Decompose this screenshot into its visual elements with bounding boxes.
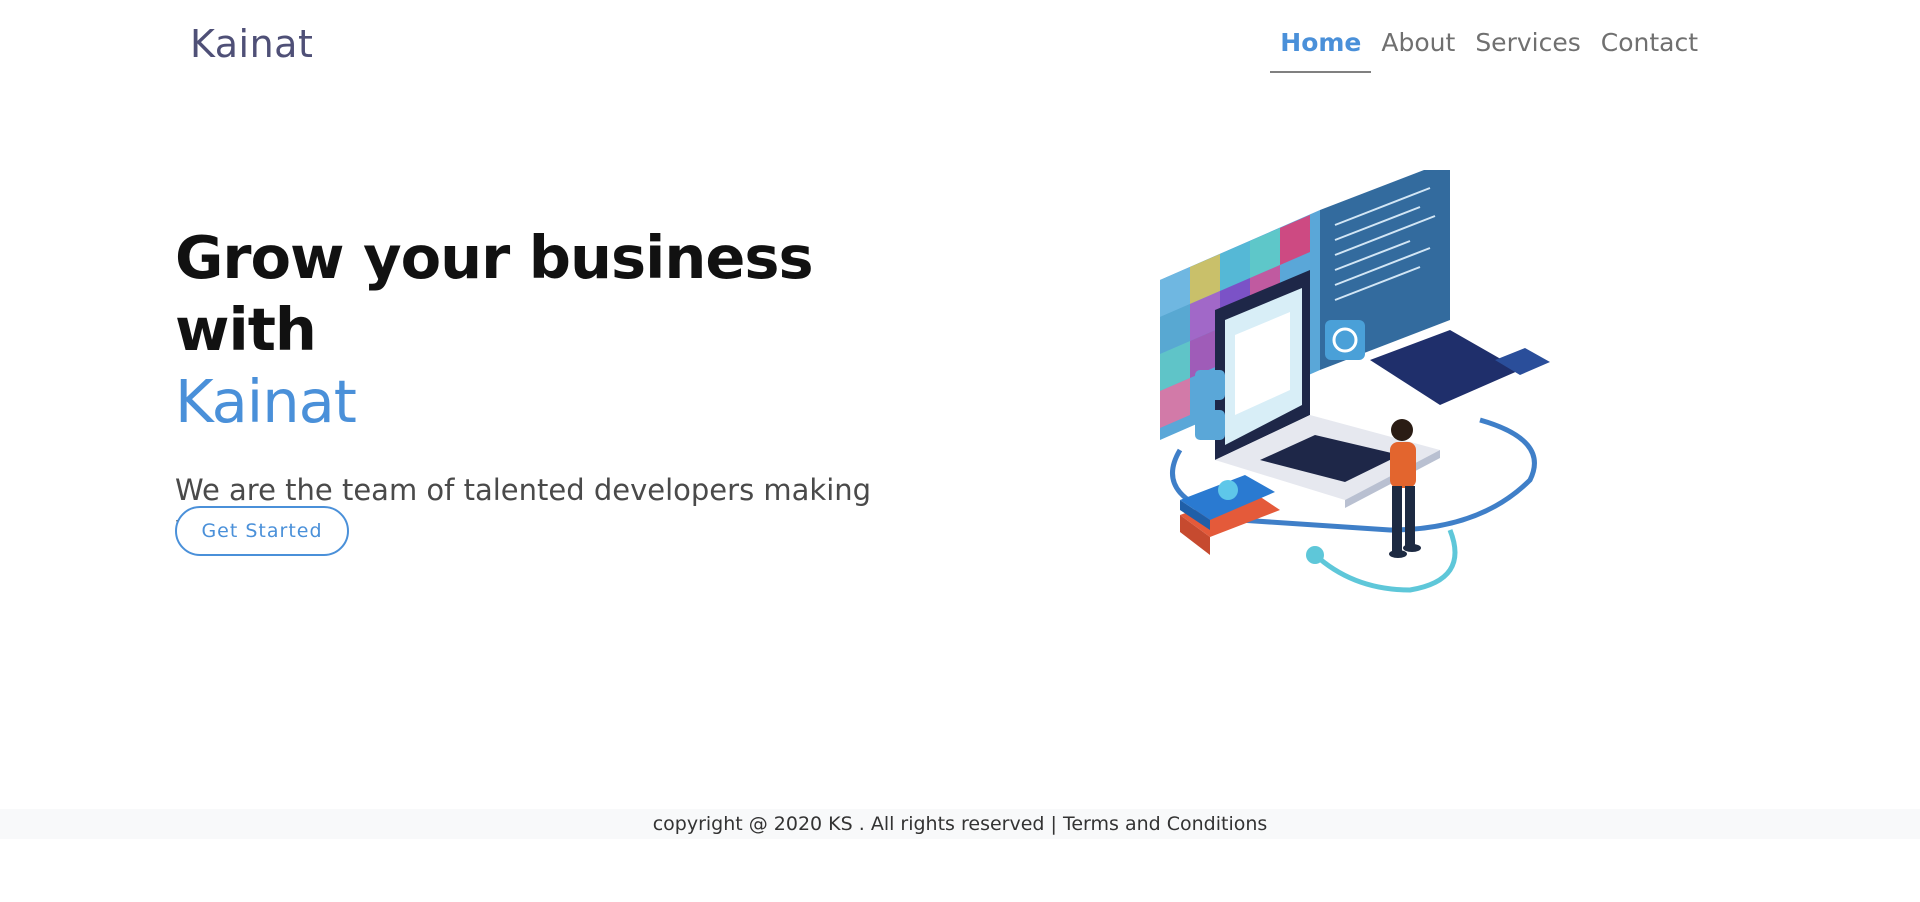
hero-section: Grow your business with Kainat We are th… [175, 222, 935, 544]
nav-about[interactable]: About [1371, 28, 1465, 73]
get-started-button[interactable]: Get Started [175, 506, 349, 556]
developer-laptop-illustration [1160, 170, 1550, 593]
main-nav: Home About Services Contact [1270, 28, 1708, 73]
terms-link[interactable]: Terms and Conditions [1063, 813, 1267, 835]
nav-contact[interactable]: Contact [1591, 28, 1708, 73]
books [1180, 475, 1280, 555]
nav-services[interactable]: Services [1465, 28, 1590, 73]
footer: copyright @ 2020 KS . All rights reserve… [0, 809, 1920, 839]
brand-logo[interactable]: Kainat [190, 22, 313, 66]
hero-headline: Grow your business with [175, 223, 814, 364]
hero-highlight: Kainat [175, 367, 357, 436]
nav-home[interactable]: Home [1270, 28, 1372, 73]
footer-separator: | [1044, 813, 1063, 835]
hero-title: Grow your business with Kainat [175, 222, 935, 438]
copyright-text: copyright @ 2020 KS . All rights reserve… [652, 813, 1045, 835]
